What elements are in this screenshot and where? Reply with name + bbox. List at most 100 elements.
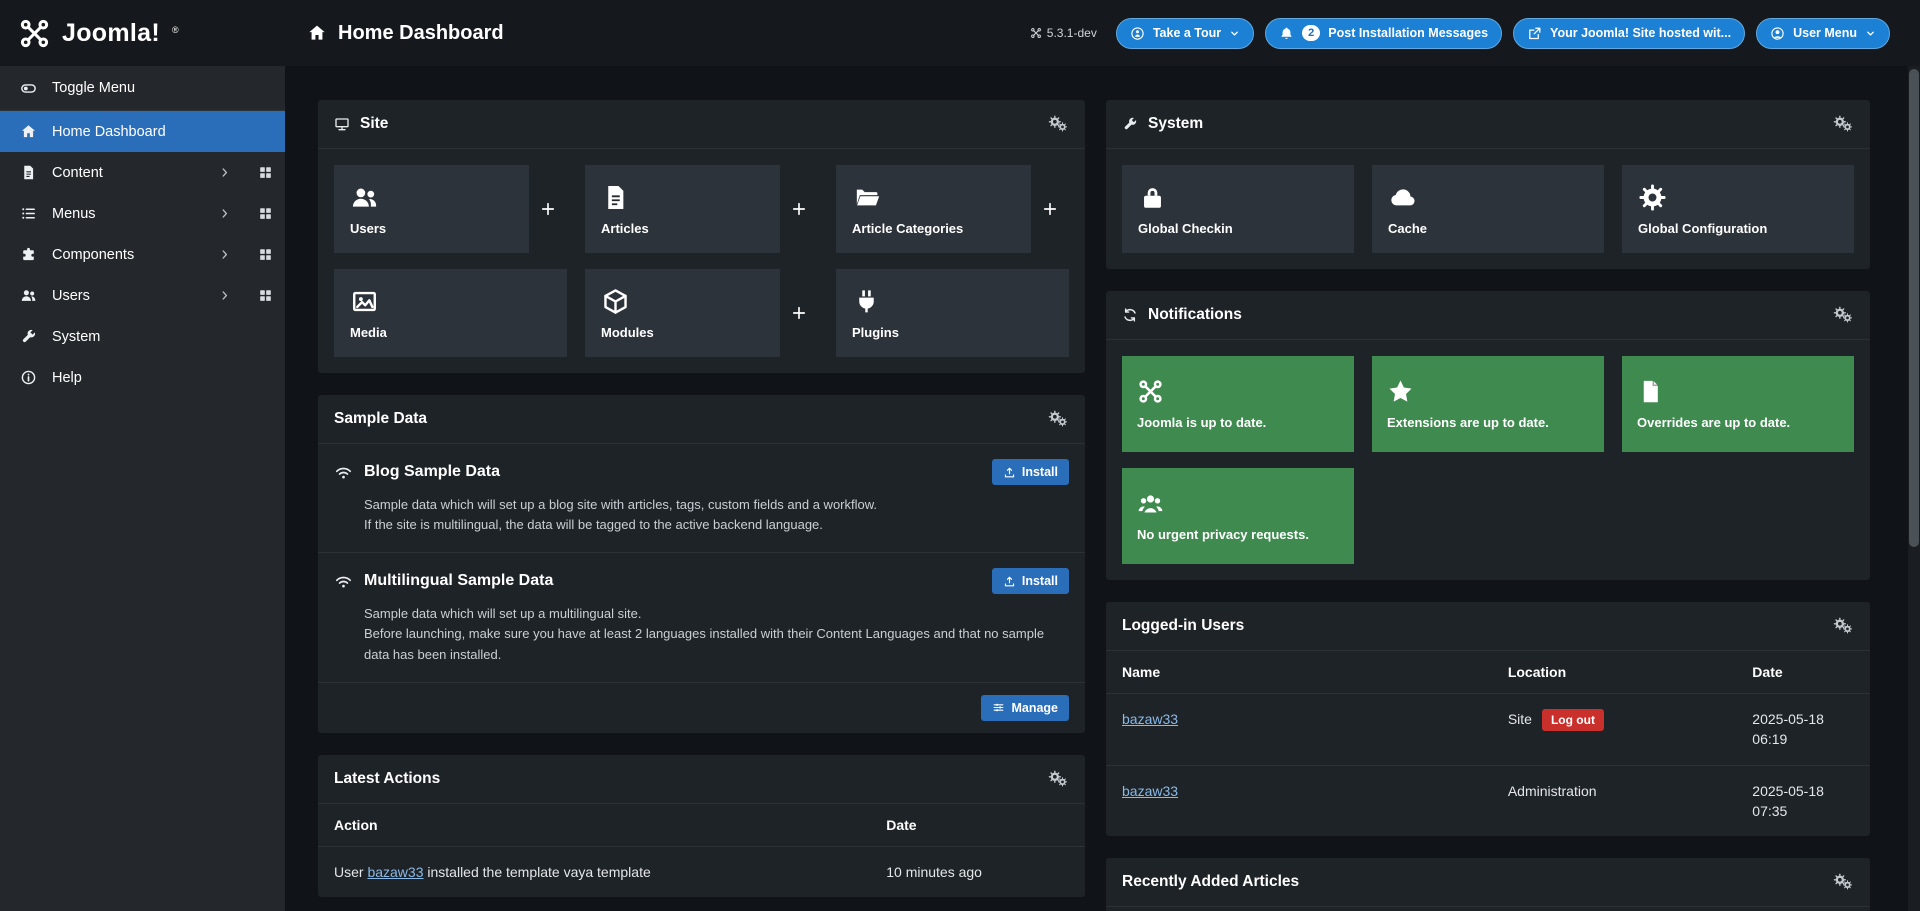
joomla-logo[interactable]: Joomla! ® [0,17,285,50]
tile-plugins[interactable]: Plugins [836,269,1069,357]
wifi-icon [334,572,353,591]
sidebar-item-label: Help [52,369,82,386]
dashboard-grid-icon[interactable] [258,247,273,262]
add-user-button[interactable] [529,165,567,253]
description-line: Sample data which will set up a multilin… [364,606,642,622]
location-cell: Site Log out [1492,694,1736,766]
sidebar-item-components[interactable]: Components [0,234,285,275]
add-article-button[interactable] [780,165,818,253]
tile-label: Users [350,220,387,236]
gear-icon [1638,183,1854,212]
action-text: installed the template vaya template [423,863,651,880]
sidebar-item-help[interactable]: Help [0,357,285,398]
joomla-update-status-tile[interactable]: Joomla is up to date. [1122,356,1354,452]
notification-tiles: Joomla is up to date. Extensions are up … [1106,340,1870,580]
post-installation-messages-button[interactable]: 2 Post Installation Messages [1265,17,1503,49]
options-gears-icon[interactable] [1833,306,1854,324]
take-a-tour-button[interactable]: Take a Tour [1115,17,1255,49]
hosted-label: Your Joomla! Site hosted wit... [1550,26,1732,40]
sidebar-item-content[interactable]: Content [0,152,285,193]
tile-cell: Plugins [836,269,1069,357]
add-module-button[interactable] [780,269,818,357]
hosted-site-button[interactable]: Your Joomla! Site hosted wit... [1513,17,1746,49]
page-scrollbar[interactable] [1908,66,1920,911]
manage-label: Manage [1011,700,1058,715]
tile-article-categories[interactable]: Article Categories [836,165,1031,253]
user-link[interactable]: bazaw33 [1122,711,1178,727]
manage-row: Manage [318,681,1085,733]
page-heading: Home Dashboard [285,22,504,45]
blog-sample-data-item: Blog Sample Data Install Sample data whi… [318,444,1085,552]
location-cell: Administration [1491,764,1737,837]
options-gears-icon[interactable] [1048,410,1069,428]
extensions-update-status-tile[interactable]: Extensions are up to date. [1372,356,1604,452]
dashboard-grid-icon[interactable] [258,288,273,303]
table-header-row: Action Date [318,803,1085,847]
options-gears-icon[interactable] [1048,770,1069,788]
sample-data-title-row: Multilingual Sample Data Install [334,568,1069,595]
card-title: Logged-in Users [1122,617,1245,634]
dashboard-grid-icon[interactable] [258,206,273,221]
info-icon [18,369,39,386]
messages-count-badge: 2 [1302,25,1321,41]
dashboard-grid-icon[interactable] [258,165,273,180]
sidebar-item-system[interactable]: System [0,316,285,357]
options-gears-icon[interactable] [1833,873,1854,891]
scrollbar-thumb[interactable] [1909,69,1919,547]
sample-data-title: Blog Sample Data [364,463,501,480]
description-line: Sample data which will set up a blog sit… [364,497,878,512]
tile-global-checkin[interactable]: Global Checkin [1122,165,1354,253]
tile-modules[interactable]: Modules [585,269,780,357]
desktop-icon [334,116,350,132]
tile-media[interactable]: Media [334,269,567,357]
tile-cache[interactable]: Cache [1372,165,1604,253]
tile-cell: Cache [1372,165,1604,253]
card-title: Sample Data [334,410,428,427]
sample-data-description: Sample data which will set up a blog sit… [364,495,1069,535]
plus-icon [790,304,808,322]
joomla-trademark: ® [171,24,179,35]
install-multilingual-sample-button[interactable]: Install [991,568,1069,595]
sidebar-item-label: Toggle Menu [52,80,136,96]
sample-data-description: Sample data which will set up a multilin… [364,604,1069,664]
site-quick-icons: Users Articles Article Categories Media … [318,149,1085,373]
manage-button[interactable]: Manage [981,694,1069,721]
dashboard-content: Site Users Articles Article Categories M… [285,66,1920,911]
privacy-requests-status-tile[interactable]: No urgent privacy requests. [1122,468,1354,564]
options-gears-icon[interactable] [1833,617,1854,635]
sidebar-item-label: Components [52,246,135,263]
version-text: 5.3.1-dev [1046,26,1097,40]
tile-global-configuration[interactable]: Global Configuration [1622,165,1854,253]
name-cell: bazaw33 [1106,694,1492,766]
tile-cell: Global Checkin [1122,165,1354,253]
wifi-icon [334,463,353,482]
list-icon [18,205,39,222]
system-quick-icons: Global Checkin Cache Global Configuratio… [1106,149,1870,269]
sidebar-item-label: System [52,328,101,345]
options-gears-icon[interactable] [1833,115,1854,133]
user-menu-button[interactable]: User Menu [1756,17,1890,49]
sidebar-item-toggle-menu[interactable]: Toggle Menu [0,66,285,111]
tile-users[interactable]: Users [334,165,529,253]
recently-added-articles-card: Recently Added Articles [1106,858,1870,911]
card-title: Latest Actions [334,769,441,787]
sidebar-item-label: Content [52,164,103,181]
overrides-update-status-tile[interactable]: Overrides are up to date. [1622,356,1854,452]
install-blog-sample-button[interactable]: Install [991,459,1069,485]
table-row: bazaw33 Site Log out 2025-05-18 06:19 [1106,694,1870,766]
sidebar-item-home-dashboard[interactable]: Home Dashboard [0,111,285,152]
logged-in-users-card-header: Logged-in Users [1106,602,1870,651]
sidebar-item-menus[interactable]: Menus [0,193,285,234]
tile-articles[interactable]: Articles [585,165,780,253]
user-link[interactable]: bazaw33 [367,864,423,880]
user-link[interactable]: bazaw33 [1122,783,1178,799]
latest-actions-table: Action Date User bazaw33 installed the t… [318,803,1085,897]
column-header-location: Location [1491,651,1737,694]
description-line: If the site is multilingual, the data wi… [364,517,823,533]
options-gears-icon[interactable] [1048,115,1069,133]
logout-button[interactable]: Log out [1541,709,1604,731]
sidebar-item-users[interactable]: Users [0,275,285,316]
chevron-right-icon [218,289,231,302]
action-cell: User bazaw33 installed the template vaya… [318,846,870,897]
add-category-button[interactable] [1031,165,1069,253]
